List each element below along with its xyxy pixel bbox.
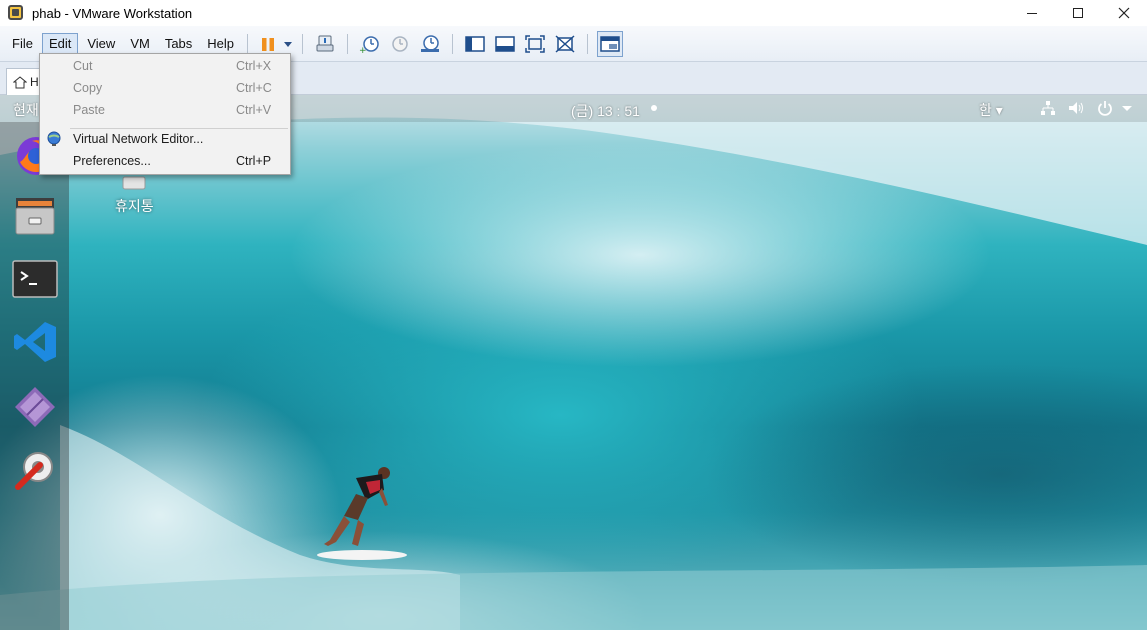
vmware-app-icon (7, 4, 25, 22)
menu-item-label: Preferences... (73, 154, 151, 168)
input-method-indicator[interactable]: 한 ▾ (979, 100, 1003, 120)
menu-edit[interactable]: Edit (41, 32, 79, 55)
unity-icon[interactable] (552, 31, 578, 57)
wave-wallpaper (0, 95, 1147, 630)
menu-item-cut[interactable]: Cut Ctrl+X (40, 55, 290, 77)
toolbar-separator (587, 33, 589, 54)
vscode-icon[interactable] (12, 319, 58, 365)
toolbar-separator (302, 33, 304, 54)
minimize-icon[interactable] (1009, 0, 1055, 26)
input-method-label: 한 (979, 102, 992, 118)
menu-item-paste[interactable]: Paste Ctrl+V (40, 99, 290, 121)
tray-menu-arrow-icon[interactable] (1121, 105, 1133, 113)
home-icon (13, 75, 27, 88)
terminal-icon[interactable] (12, 257, 58, 303)
menu-item-virtual-network-editor[interactable]: Virtual Network Editor... (40, 128, 290, 150)
vm-console[interactable]: 현재 (금) 13 : 51 한 ▾ 휴지통 (0, 95, 1147, 630)
window-title: phab - VMware Workstation (32, 5, 193, 21)
menu-item-copy[interactable]: Copy Ctrl+C (40, 77, 290, 99)
network-icon[interactable] (1040, 100, 1056, 116)
send-ctrl-alt-del-icon[interactable] (312, 31, 338, 57)
menu-item-label: Paste (73, 103, 105, 117)
settings-tools-icon[interactable] (12, 447, 58, 493)
activities-button[interactable]: 현재 (13, 100, 39, 120)
menu-file[interactable]: File (6, 33, 39, 55)
surfer-figure (317, 467, 407, 560)
volume-icon[interactable] (1068, 100, 1086, 116)
menu-help[interactable]: Help (201, 33, 240, 55)
menu-item-shortcut: Ctrl+P (236, 154, 272, 168)
snapshot-manager-icon[interactable] (417, 31, 443, 57)
menu-item-shortcut: Ctrl+C (236, 81, 272, 95)
globe-network-icon (47, 131, 61, 146)
menu-item-label: Cut (73, 59, 93, 73)
power-icon[interactable] (1097, 100, 1113, 116)
desktop-icon-trash-label[interactable]: 휴지통 (115, 196, 154, 216)
full-screen-icon[interactable] (522, 31, 548, 57)
tab-home-label: H (30, 75, 39, 89)
show-library-icon[interactable] (462, 31, 488, 57)
toolbar-separator (452, 33, 454, 54)
diamond-app-icon[interactable] (12, 384, 58, 430)
menu-item-shortcut: Ctrl+X (236, 59, 272, 73)
close-icon[interactable] (1101, 0, 1147, 26)
toolbar-separator (247, 33, 249, 54)
take-snapshot-icon[interactable]: + (357, 31, 383, 57)
console-view-icon[interactable] (597, 30, 624, 57)
trash-icon[interactable] (120, 175, 148, 191)
notification-dot (651, 105, 657, 111)
dock (0, 122, 69, 630)
clock[interactable]: (금) 13 : 51 (571, 101, 640, 121)
menu-view[interactable]: View (81, 33, 121, 55)
window-title-bar: phab - VMware Workstation (0, 0, 1147, 26)
maximize-icon[interactable] (1055, 0, 1101, 26)
menu-tabs[interactable]: Tabs (159, 33, 198, 55)
menu-item-preferences[interactable]: Preferences... Ctrl+P (40, 150, 290, 172)
file-cabinet-icon[interactable] (12, 192, 58, 238)
thumbnail-bar-icon[interactable] (492, 31, 518, 57)
toolbar-separator (347, 33, 349, 54)
revert-snapshot-icon[interactable] (387, 31, 413, 57)
menu-item-label: Virtual Network Editor... (73, 132, 204, 146)
menu-item-label: Copy (73, 81, 103, 95)
menu-item-shortcut: Ctrl+V (236, 103, 272, 117)
edit-menu-dropdown: Cut Ctrl+X Copy Ctrl+C Paste Ctrl+V Virt… (39, 53, 291, 175)
menu-vm[interactable]: VM (124, 33, 156, 55)
svg-text:+: + (359, 46, 367, 54)
